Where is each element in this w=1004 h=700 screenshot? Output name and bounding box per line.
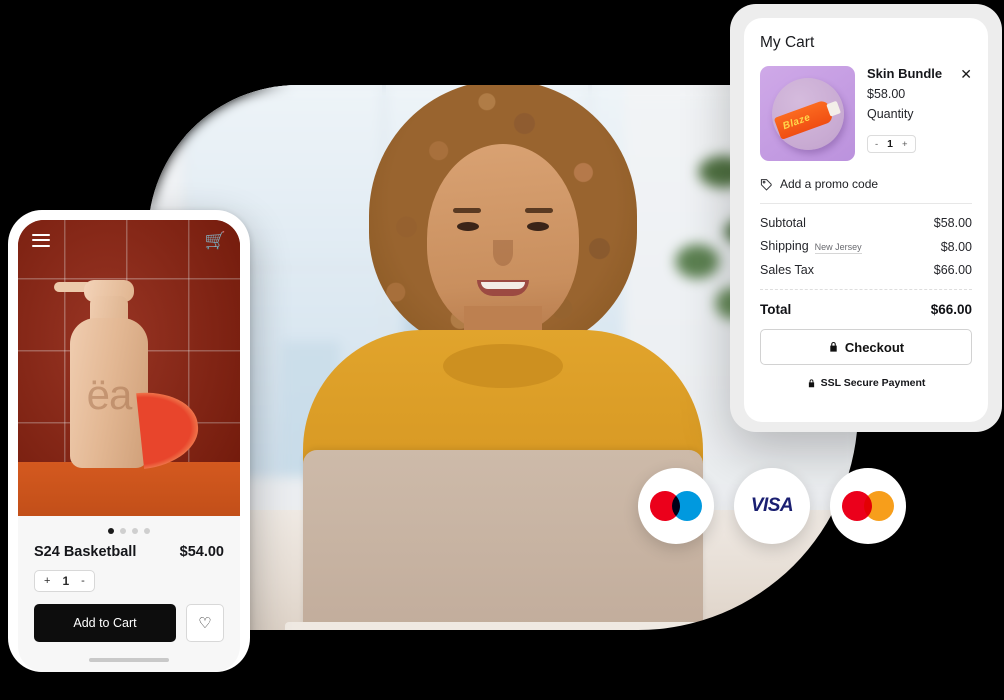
logo-circle-blue	[672, 491, 702, 521]
eye-right	[527, 222, 549, 231]
phone-product-info: S24 Basketball $54.00 + 1 - Add to Cart …	[18, 544, 240, 662]
phone-screen: ëa 🛒 S24 Basketball $54.00 + 1 - Add to …	[18, 220, 240, 672]
nose	[493, 240, 513, 266]
summary-value: $58.00	[933, 216, 972, 230]
heart-icon[interactable]: ♡	[186, 604, 224, 642]
carousel-dot[interactable]	[132, 528, 138, 534]
stepper-minus[interactable]: -	[81, 575, 85, 587]
cart-stepper-value: 1	[887, 138, 894, 150]
summary-row-shipping: Shipping New Jersey $8.00	[760, 239, 972, 254]
cart-item-quantity-label: Quantity	[867, 107, 914, 121]
cart-item-thumbnail: Blaze	[760, 66, 855, 161]
cart-item-name-row: Skin Bundle ✕	[867, 66, 972, 81]
counter-surface	[18, 462, 240, 516]
cart-panel: My Cart Blaze Skin Bundle ✕ $58.00 Quant…	[744, 18, 988, 422]
tag-icon	[760, 178, 772, 191]
checkout-label: Checkout	[844, 339, 905, 355]
visa-logo: VISA	[750, 495, 794, 516]
cart-item: Blaze Skin Bundle ✕ $58.00 Quantity - 1 …	[760, 66, 972, 161]
home-indicator	[89, 658, 169, 662]
mastercard-logo	[842, 491, 894, 521]
carousel-dot-active[interactable]	[108, 528, 114, 534]
cart-panel-backdrop: My Cart Blaze Skin Bundle ✕ $58.00 Quant…	[730, 4, 1002, 432]
summary-row-subtotal: Subtotal $58.00	[760, 216, 972, 230]
close-icon[interactable]: ✕	[960, 67, 972, 81]
sweater-collar	[443, 344, 563, 388]
lock-icon	[808, 378, 814, 387]
carousel-dot[interactable]	[120, 528, 126, 534]
cart-stepper-minus[interactable]: -	[875, 139, 878, 150]
summary-label-group: Shipping New Jersey	[760, 239, 862, 254]
phone-topbar: 🛒	[18, 220, 240, 260]
summary-value: $8.00	[940, 239, 972, 254]
divider	[760, 203, 972, 204]
cart-stepper-plus[interactable]: +	[902, 139, 908, 150]
hamburger-menu-icon[interactable]	[32, 233, 50, 247]
summary-row-tax: Sales Tax $66.00	[760, 263, 972, 277]
quantity-stepper[interactable]: + 1 -	[34, 570, 95, 592]
payment-badge-visa: VISA	[734, 468, 810, 544]
add-promo-code-link[interactable]: Add a promo code	[760, 177, 972, 191]
product-price: $54.00	[179, 544, 224, 560]
phone-mockup: ëa 🛒 S24 Basketball $54.00 + 1 - Add to …	[8, 210, 250, 672]
promo-label: Add a promo code	[780, 177, 879, 191]
phone-product-image: ëa 🛒	[18, 220, 240, 516]
total-row: Total $66.00	[760, 302, 972, 317]
laptop	[285, 450, 721, 630]
add-to-cart-button[interactable]: Add to Cart	[34, 604, 176, 642]
cart-title: My Cart	[760, 34, 815, 51]
carousel-dot[interactable]	[144, 528, 150, 534]
payment-badge-maestro	[638, 468, 714, 544]
cart-item-details: Skin Bundle ✕ $58.00 Quantity - 1 +	[867, 66, 972, 161]
product-name: S24 Basketball	[34, 544, 137, 560]
cart-quantity-stepper[interactable]: - 1 +	[867, 135, 916, 153]
cart-item-name: Skin Bundle	[867, 66, 943, 81]
cart-item-price: $58.00	[867, 87, 906, 101]
eye-left	[457, 222, 479, 231]
bottle-brand-text: ëa	[86, 371, 133, 418]
maestro-logo	[650, 491, 702, 521]
ssl-label: SSL Secure Payment	[820, 377, 926, 389]
eyebrow-left	[453, 208, 481, 213]
shipping-region-badge: New Jersey	[814, 242, 862, 254]
payment-badge-mastercard	[830, 468, 906, 544]
logo-circle-orange	[864, 491, 894, 521]
checkout-button[interactable]: Checkout	[760, 329, 972, 365]
ssl-notice: SSL Secure Payment	[760, 377, 972, 389]
divider-dashed	[760, 289, 972, 290]
eyebrow-right	[525, 208, 553, 213]
summary-label: Subtotal	[760, 216, 806, 230]
carousel-dots[interactable]	[18, 516, 240, 544]
stepper-plus[interactable]: +	[44, 575, 50, 587]
total-label: Total	[760, 302, 792, 317]
screenshot-root: ëa 🛒 S24 Basketball $54.00 + 1 - Add to …	[0, 0, 1004, 700]
product-actions: Add to Cart ♡	[34, 604, 224, 642]
lock-icon	[830, 341, 837, 352]
laptop-base	[285, 622, 721, 630]
summary-label: Shipping	[760, 239, 809, 253]
product-name-row: S24 Basketball $54.00	[34, 544, 224, 560]
summary-value: $66.00	[933, 263, 972, 277]
stepper-value: 1	[62, 574, 70, 588]
mouth	[477, 280, 529, 296]
total-value: $66.00	[930, 302, 972, 317]
shopping-cart-icon[interactable]: 🛒	[205, 232, 226, 249]
summary-label: Sales Tax	[760, 263, 814, 277]
